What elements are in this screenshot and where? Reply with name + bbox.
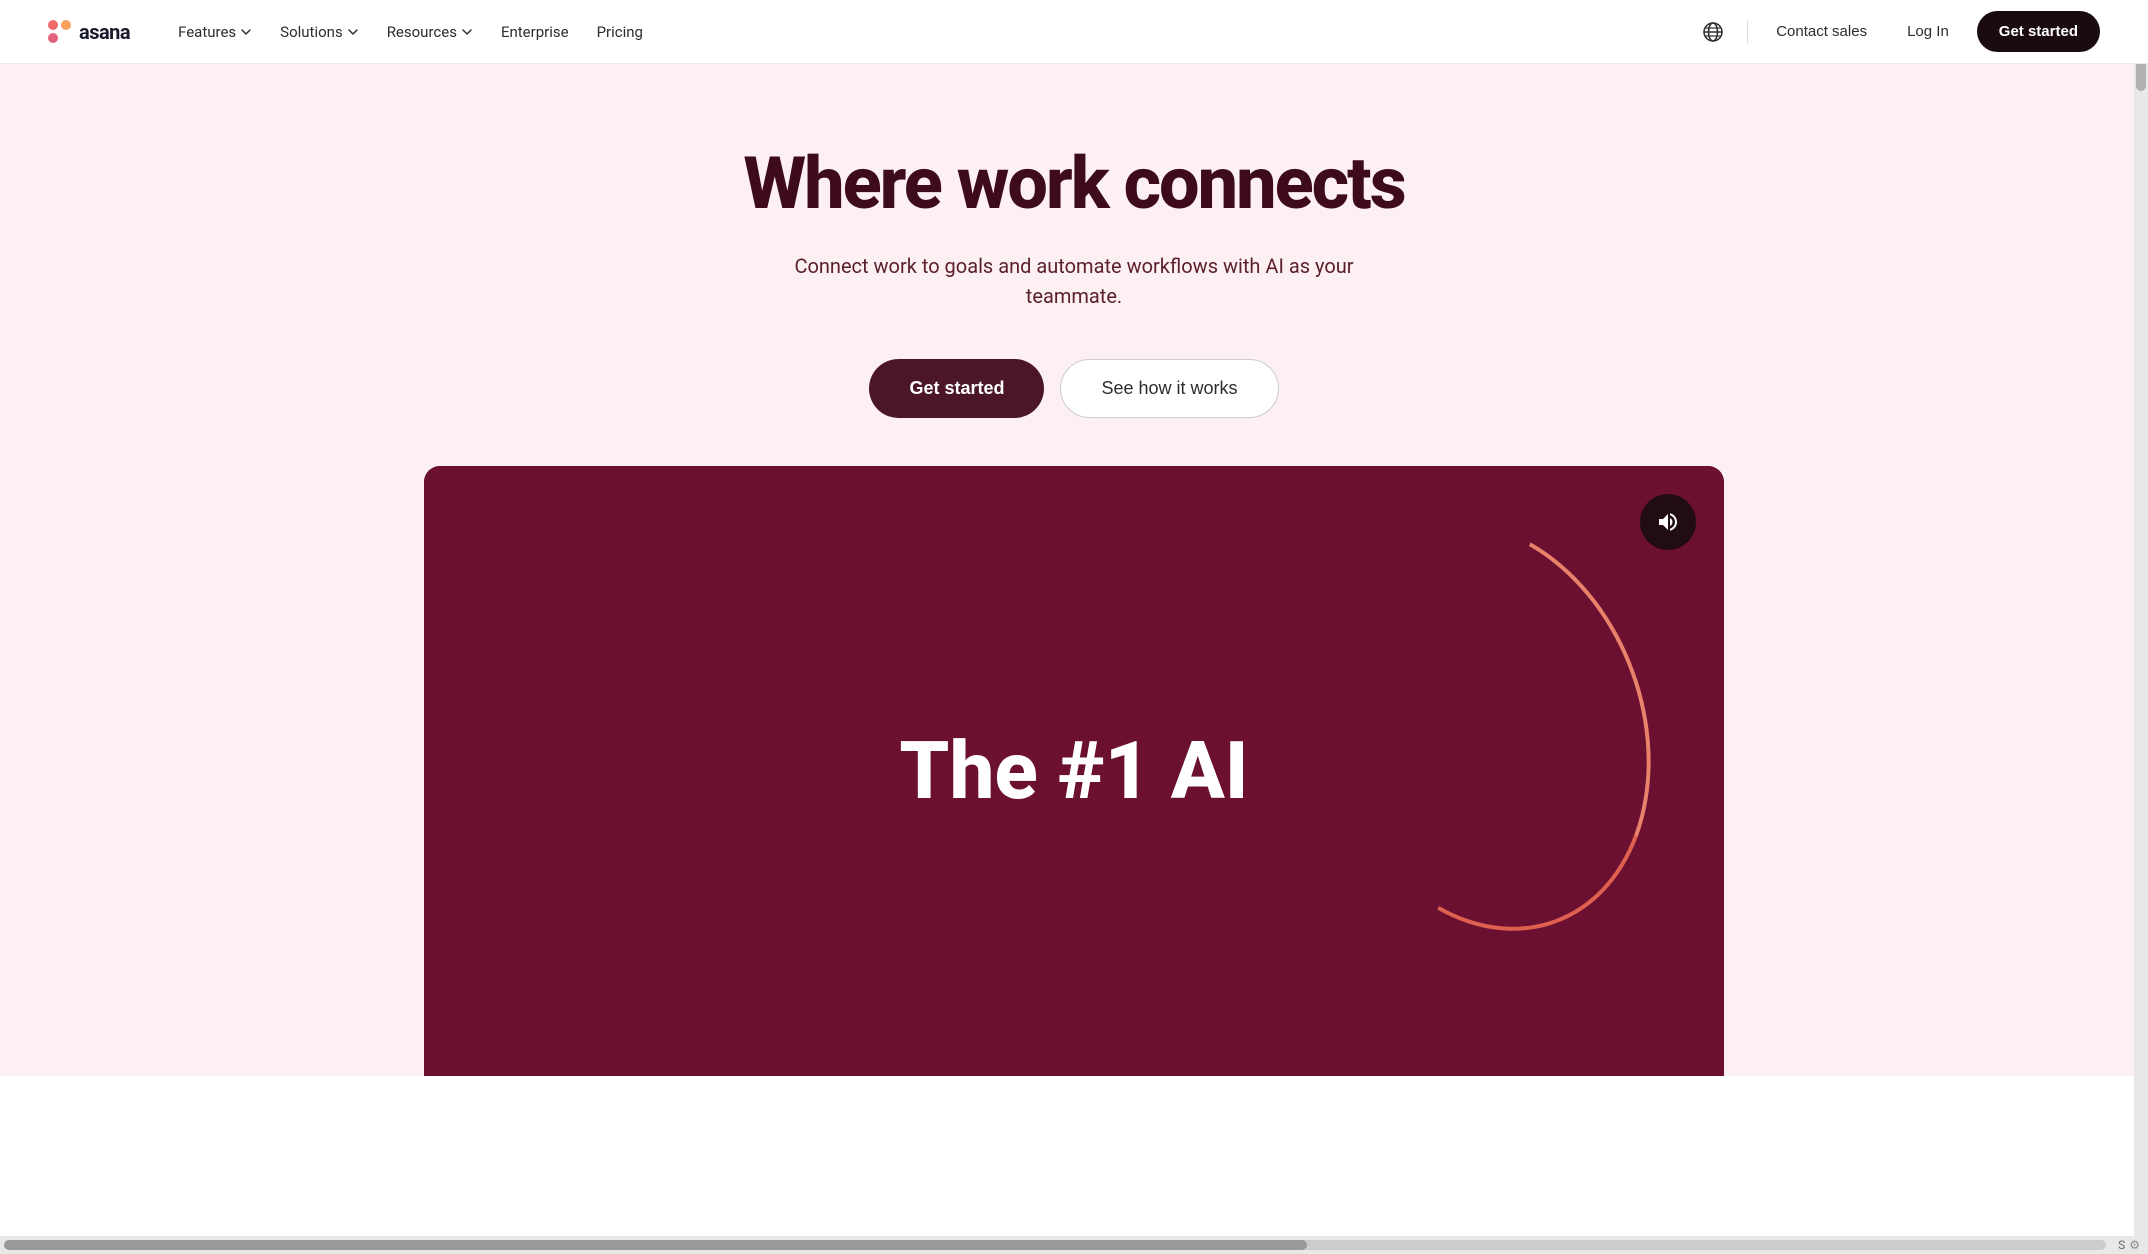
see-how-button[interactable]: See how it works: [1060, 359, 1278, 418]
logo[interactable]: asana: [48, 20, 130, 44]
get-started-hero-button[interactable]: Get started: [869, 359, 1044, 418]
get-started-nav-button[interactable]: Get started: [1977, 11, 2100, 52]
horizontal-scrollbar[interactable]: S ⚙: [0, 1236, 2148, 1254]
hero-buttons: Get started See how it works: [869, 359, 1278, 418]
video-container: The #1 AI: [424, 466, 1724, 1075]
sound-icon: [1656, 510, 1680, 534]
nav-links: Features Solutions Resources Enterprise: [166, 15, 655, 49]
resources-chevron-icon: [461, 26, 473, 38]
logo-dot-1: [48, 20, 58, 30]
globe-icon: [1702, 21, 1724, 43]
video-main-text: The #1 AI: [899, 724, 1248, 818]
navbar: asana Features Solutions Resources: [0, 0, 2148, 64]
login-button[interactable]: Log In: [1895, 15, 1961, 48]
hero-section: Where work connects Connect work to goal…: [0, 64, 2148, 1076]
logo-text: asana: [79, 20, 130, 44]
nav-features-label: Features: [178, 23, 236, 41]
language-selector-button[interactable]: [1695, 14, 1731, 50]
nav-features[interactable]: Features: [166, 15, 264, 49]
navbar-divider: [1747, 20, 1748, 44]
features-chevron-icon: [240, 26, 252, 38]
nav-pricing[interactable]: Pricing: [585, 15, 655, 49]
scrollbar-track[interactable]: [4, 1240, 2106, 1250]
nav-enterprise-label: Enterprise: [501, 23, 569, 41]
nav-solutions-label: Solutions: [280, 23, 343, 41]
decorative-arc: [1262, 474, 1706, 978]
sound-toggle-button[interactable]: [1640, 494, 1696, 550]
logo-dot-3: [48, 33, 58, 43]
hero-subtitle: Connect work to goals and automate workf…: [794, 251, 1354, 311]
contact-sales-button[interactable]: Contact sales: [1764, 15, 1879, 48]
taskbar-icon-2: ⚙: [2129, 1238, 2140, 1252]
vertical-scrollbar[interactable]: ▲: [2134, 0, 2148, 1254]
logo-dot-2: [61, 20, 71, 30]
video-player[interactable]: The #1 AI: [424, 466, 1724, 1075]
nav-resources[interactable]: Resources: [375, 15, 485, 49]
nav-enterprise[interactable]: Enterprise: [489, 15, 581, 49]
logo-dots-top: [48, 20, 71, 30]
scrollbar-thumb[interactable]: [4, 1240, 1307, 1250]
scrollbar-icons: S ⚙: [2110, 1238, 2148, 1252]
navbar-left: asana Features Solutions Resources: [48, 15, 655, 49]
taskbar-icon-1: S: [2118, 1238, 2125, 1252]
navbar-right: Contact sales Log In Get started: [1695, 11, 2100, 52]
logo-icon: [48, 20, 71, 43]
hero-title: Where work connects: [743, 144, 1404, 223]
nav-pricing-label: Pricing: [597, 23, 643, 41]
solutions-chevron-icon: [347, 26, 359, 38]
nav-resources-label: Resources: [387, 23, 457, 41]
nav-solutions[interactable]: Solutions: [268, 15, 371, 49]
logo-dots-bottom: [48, 33, 71, 43]
